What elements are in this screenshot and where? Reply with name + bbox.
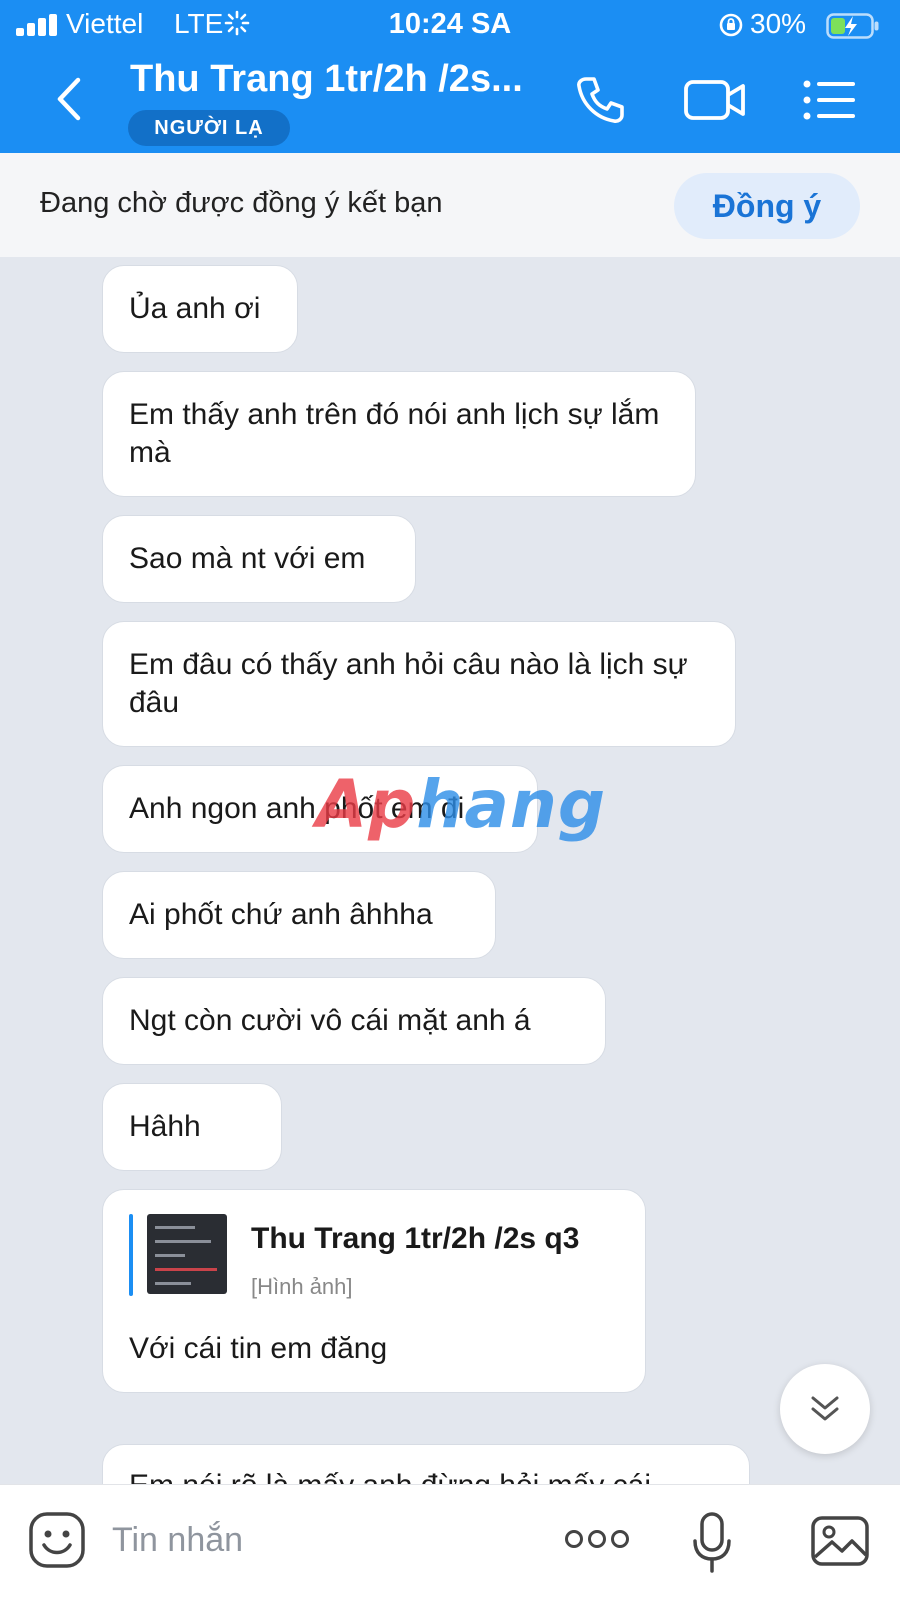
message-text: Em thấy anh trên đó nói anh lịch sự lắm … [129, 398, 660, 469]
message-text: Ủa anh ơi [129, 292, 261, 325]
quoted-image-thumbnail [147, 1214, 227, 1294]
watermark-logo: Aphang [316, 766, 607, 843]
message-composer [0, 1484, 900, 1600]
friend-request-bar: Đang chờ được đồng ý kết bạn Đồng ý [0, 153, 900, 257]
message-bubble[interactable]: Sao mà nt với em [102, 515, 416, 603]
accept-button[interactable]: Đồng ý [674, 173, 860, 239]
message-bubble[interactable]: Hâhh [102, 1083, 282, 1171]
message-bubble[interactable]: Ai phốt chứ anh âhhha [102, 871, 496, 959]
message-bubble[interactable]: Ngt còn cười vô cái mặt anh á [102, 977, 606, 1065]
stranger-badge: NGƯỜI LẠ [128, 110, 290, 146]
back-icon[interactable] [48, 74, 92, 124]
scroll-down-button[interactable] [780, 1364, 870, 1454]
message-bubble[interactable]: Ủa anh ơi [102, 265, 298, 353]
call-icon[interactable] [574, 74, 626, 126]
battery-percent: 30% [750, 8, 807, 39]
rotation-lock-icon [719, 13, 743, 37]
menu-icon[interactable] [802, 78, 856, 122]
battery-icon [826, 13, 879, 39]
quoted-message[interactable]: Thu Trang 1tr/2h /2s q3 [Hình ảnh] [129, 1214, 619, 1306]
quoted-sender-name: Thu Trang 1tr/2h /2s q3 [251, 1222, 580, 1255]
message-text: Em đâu có thấy anh hỏi câu nào là lịch s… [129, 648, 688, 719]
quote-bar [129, 1214, 133, 1296]
message-text: Hâhh [129, 1110, 201, 1143]
emoji-icon[interactable] [28, 1511, 86, 1569]
chevron-double-down-icon [811, 1396, 839, 1421]
status-bar: Viettel LTE 10:24 SA 30% [0, 0, 900, 50]
message-input[interactable] [112, 1507, 532, 1573]
message-text: Với cái tin em đăng [129, 1332, 388, 1365]
message-text: Ai phốt chứ anh âhhha [129, 898, 433, 931]
message-text: Ngt còn cười vô cái mặt anh á [129, 1004, 531, 1037]
video-call-icon[interactable] [684, 78, 746, 122]
more-icon[interactable] [564, 1527, 630, 1551]
message-text: Sao mà nt với em [129, 542, 366, 575]
message-bubble[interactable]: Em thấy anh trên đó nói anh lịch sự lắm … [102, 371, 696, 497]
image-icon[interactable] [810, 1515, 870, 1567]
mic-icon[interactable] [692, 1511, 732, 1575]
chat-header: Viettel LTE 10:24 SA 30% Thu Trang 1tr/2… [0, 0, 900, 153]
reply-message-bubble[interactable]: Thu Trang 1tr/2h /2s q3 [Hình ảnh] Với c… [102, 1189, 646, 1393]
message-bubble[interactable]: Em đâu có thấy anh hỏi câu nào là lịch s… [102, 621, 736, 747]
chat-title[interactable]: Thu Trang 1tr/2h /2s... [130, 58, 530, 101]
pending-request-text: Đang chờ được đồng ý kết bạn [40, 187, 443, 219]
quoted-content-type: [Hình ảnh] [251, 1274, 353, 1299]
